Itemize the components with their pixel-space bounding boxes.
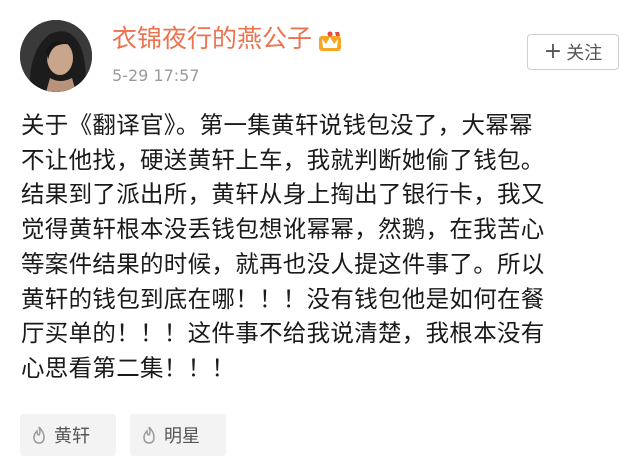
avatar[interactable] — [20, 20, 92, 92]
post-line: 关于《翻译官》。第一集黄轩说钱包没了，大幂幂 — [21, 111, 533, 139]
topic-tag[interactable]: 黄轩 — [20, 414, 116, 456]
flame-icon — [33, 426, 45, 444]
flame-icon — [143, 426, 155, 444]
tag-label: 黄轩 — [54, 426, 90, 447]
user-avatar-icon — [20, 20, 92, 92]
post-line: 结果到了派出所，黄轩从身上掏出了银行卡，我又 — [21, 180, 545, 209]
follow-button-label: 关注 — [566, 43, 603, 64]
topic-tag[interactable]: 明星 — [130, 414, 226, 456]
post-body: 关于《翻译官》。第一集黄轩说钱包没了，大幂幂 不让他找，硬送黄轩上车，我就判断她… — [21, 108, 626, 386]
post-line: 觉得黄轩根本没丢钱包想讹幂幂，然鹅，在我苦心 — [21, 215, 545, 244]
tag-label: 明星 — [164, 426, 200, 447]
post-line: 等案件结果的时候，就再也没人提这件事了。所以 — [21, 249, 545, 278]
post-line: 不让他找，硬送黄轩上车，我就判断她偷了钱包。 — [21, 145, 545, 174]
plus-icon: + — [543, 39, 563, 64]
post-line: 黄轩的钱包到底在哪！！！没有钱包他是如何在餐 — [21, 284, 545, 313]
post-timestamp: 5-29 17:57 — [112, 66, 200, 85]
vip-crown-icon[interactable] — [318, 30, 342, 52]
author-name[interactable]: 衣锦夜行的燕公子 — [112, 22, 312, 56]
follow-button[interactable]: + 关注 — [527, 34, 619, 70]
post-line: 厅买单的！！！这件事不给我说清楚，我根本没有 — [21, 319, 545, 348]
post-line: 心思看第二集！！！ — [21, 353, 236, 382]
